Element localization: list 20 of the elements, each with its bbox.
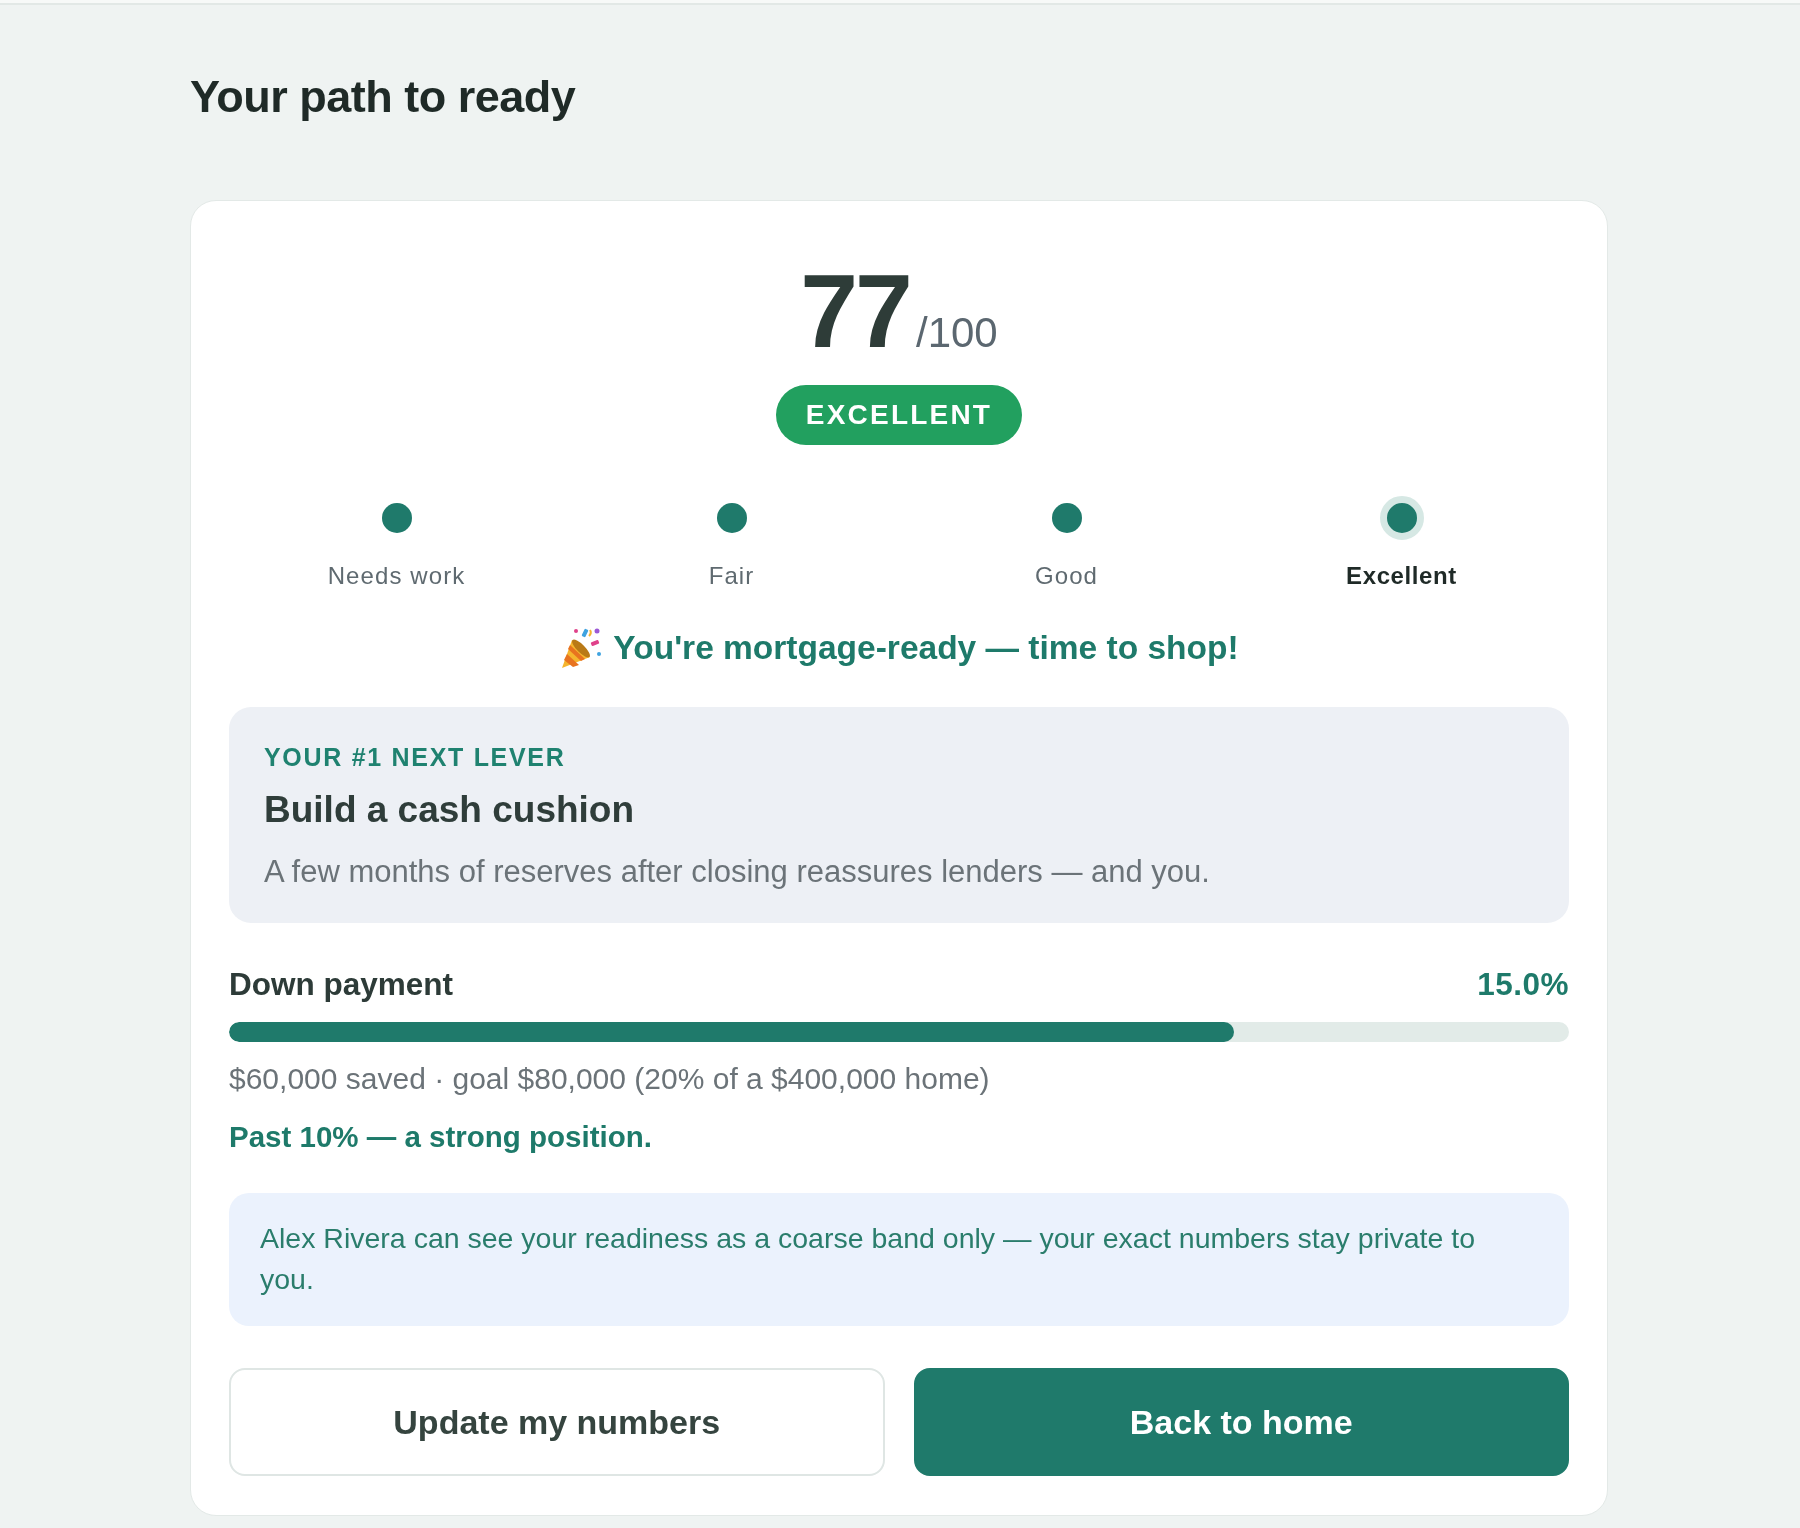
band-badge: EXCELLENT	[775, 385, 1023, 445]
step-label: Good	[1034, 562, 1099, 590]
step-label: Excellent	[1346, 562, 1457, 590]
score-value: 77	[800, 259, 910, 363]
step-label: Fair	[708, 562, 755, 590]
lever-description: A few months of reserves after closing reassures lenders — and you.	[264, 853, 1211, 891]
progress-label: Down payment	[229, 965, 454, 1003]
progress-detail: $60,000 saved · goal $80,000 (20% of a $400,000 home)	[229, 1061, 991, 1097]
privacy-note: Alex Rivera can see your readiness as a coarse band only — your exact numbers stay private to you.	[229, 1193, 1569, 1326]
lever-eyebrow: YOUR #1 NEXT LEVER	[264, 742, 567, 772]
back-button[interactable]: Back to home	[913, 1368, 1569, 1476]
update-button[interactable]: Update my numbers	[229, 1368, 885, 1476]
party-popper-icon	[559, 627, 604, 669]
progress-percent: 15.0%	[1477, 965, 1569, 1003]
status-headline: You're mortgage-ready — time to shop!	[613, 628, 1239, 668]
page-title: Your path to ready	[190, 71, 577, 123]
progress-note: Past 10% — a strong position.	[229, 1120, 653, 1154]
step-label: Needs work	[327, 562, 466, 590]
score-max: /100	[915, 312, 998, 354]
lever-title: Build a cash cushion	[264, 788, 636, 832]
